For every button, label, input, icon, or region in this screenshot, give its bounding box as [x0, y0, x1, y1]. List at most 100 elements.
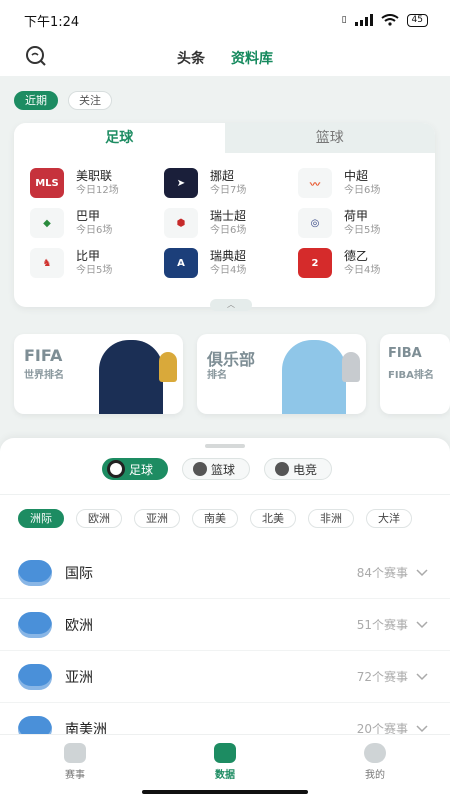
continent-count: 84个赛事 [356, 566, 408, 580]
club-ranking-card[interactable]: 俱乐部 排名 [197, 334, 366, 414]
sport-tab-label: 电竞 [293, 462, 318, 477]
league-item-jupiler[interactable]: ♞ 比甲 今日5场 [30, 247, 164, 279]
ranking-title: FIFA [24, 346, 63, 365]
league-count: 今日6场 [76, 224, 113, 236]
league-item-eredivisie[interactable]: ◎ 荷甲 今日5场 [298, 207, 432, 239]
continent-row-international[interactable]: 国际 84个赛事 [0, 547, 450, 599]
continent-row-europe[interactable]: 欧洲 51个赛事 [0, 599, 450, 651]
nav-label: 数据 [215, 770, 235, 781]
esports-icon [275, 462, 290, 476]
league-item-eliteserien[interactable]: ➤ 挪超 今日7场 [164, 167, 298, 199]
ranking-cards: FIFA 世界排名 俱乐部 排名 FIBA FIBA排名 [14, 334, 450, 414]
chevron-down-icon [416, 725, 428, 733]
search-icon[interactable] [24, 44, 48, 68]
jupiler-pro-league-logo-icon: ♞ [30, 248, 64, 278]
league-item-allsvenskan[interactable]: A 瑞典超 今日4场 [164, 247, 298, 279]
league-name: 比甲 [76, 248, 101, 263]
trophy-icon [64, 743, 86, 763]
champions-league-trophy-icon [342, 352, 360, 382]
collapse-chevron-icon[interactable]: ︿ [210, 299, 252, 311]
league-count: 今日4场 [210, 264, 247, 276]
tab-basketball[interactable]: 篮球 [224, 123, 435, 153]
nav-profile[interactable]: 我的 [345, 743, 405, 781]
league-name: 荷甲 [344, 208, 369, 223]
player-image [99, 340, 163, 414]
region-africa[interactable]: 非洲 [308, 509, 354, 528]
sport-tab-label: 篮球 [211, 462, 236, 477]
league-item-brasileirao[interactable]: ◆ 巴甲 今日6场 [30, 207, 164, 239]
nav-events[interactable]: 赛事 [45, 743, 105, 781]
ranking-subtitle: FIBA排名 [388, 370, 434, 381]
tab-database[interactable]: 资料库 [231, 48, 273, 68]
league-count: 今日7场 [210, 184, 247, 196]
league-count: 今日4场 [344, 264, 381, 276]
chevron-down-icon [416, 569, 428, 577]
ranking-subtitle: 世界排名 [24, 370, 64, 381]
filter-recent[interactable]: 近期 [14, 91, 58, 110]
league-item-swiss-super[interactable]: ⬢ 瑞士超 今日6场 [164, 207, 298, 239]
continent-count: 51个赛事 [356, 618, 408, 632]
league-count: 今日5场 [76, 264, 113, 276]
ranking-subtitle: 排名 [207, 370, 227, 381]
region-north-america[interactable]: 北美 [250, 509, 296, 528]
nav-label: 赛事 [65, 770, 85, 781]
chevron-down-icon [416, 621, 428, 629]
home-indicator [142, 790, 308, 794]
sport-tab-esports[interactable]: 电竞 [264, 458, 333, 480]
filter-follow[interactable]: 关注 [68, 91, 112, 110]
league-count: 今日12场 [76, 184, 119, 196]
continent-name: 亚洲 [65, 669, 93, 686]
swiss-super-league-logo-icon: ⬢ [164, 208, 198, 238]
filter-row: 近期 关注 [14, 91, 112, 110]
region-oceania[interactable]: 大洋 [366, 509, 412, 528]
chevron-down-icon [416, 673, 428, 681]
league-sport-tabs: 足球 篮球 [14, 123, 435, 153]
battery-icon: 45 [406, 13, 428, 27]
league-count: 今日6场 [344, 184, 381, 196]
league-count: 今日5场 [344, 224, 381, 236]
league-grid: MLS 美职联 今日12场 ➤ 挪超 今日7场 〰 中超 今日6场 ◆ 巴甲 今… [14, 153, 435, 279]
league-name: 瑞典超 [210, 248, 247, 263]
region-south-america[interactable]: 南美 [192, 509, 238, 528]
region-intercontinental[interactable]: 洲际 [18, 509, 64, 528]
sport-tab-basketball[interactable]: 篮球 [182, 458, 251, 480]
top-header: 头条 资料库 [0, 40, 450, 76]
status-bar: 下午1:24 ▯ 45 [0, 0, 450, 40]
league-name: 中超 [344, 168, 369, 183]
region-filters: 洲际 欧洲 亚洲 南美 北美 非洲 大洋 [18, 509, 412, 528]
tab-headlines[interactable]: 头条 [177, 48, 205, 68]
sport-tab-label: 足球 [129, 462, 154, 477]
nav-data[interactable]: 数据 [195, 743, 255, 781]
sim-icon: ▯ [341, 15, 347, 25]
league-item-csl[interactable]: 〰 中超 今日6场 [298, 167, 432, 199]
header-tabs: 头条 资料库 [177, 48, 273, 68]
player-image [282, 340, 346, 414]
profile-icon [364, 743, 386, 763]
tab-football[interactable]: 足球 [14, 123, 225, 153]
allsvenskan-logo-icon: A [164, 248, 198, 278]
globe-icon [18, 559, 52, 586]
world-cup-trophy-icon [159, 352, 177, 382]
basketball-icon [193, 462, 208, 476]
sheet-drag-handle[interactable] [205, 444, 245, 448]
competition-sheet: 足球 篮球 电竞 洲际 欧洲 亚洲 南美 北美 非洲 大洋 国际 84个赛事 欧… [0, 438, 450, 755]
league-item-mls[interactable]: MLS 美职联 今日12场 [30, 167, 164, 199]
league-item-bundesliga2[interactable]: 2 德乙 今日4场 [298, 247, 432, 279]
fifa-ranking-card[interactable]: FIFA 世界排名 [14, 334, 183, 414]
csl-logo-icon: 〰 [298, 168, 332, 198]
region-asia[interactable]: 亚洲 [134, 509, 180, 528]
wifi-icon [380, 14, 399, 26]
region-europe[interactable]: 欧洲 [76, 509, 122, 528]
fiba-ranking-card[interactable]: FIBA FIBA排名 [380, 334, 450, 414]
data-book-icon [214, 743, 236, 763]
divider [0, 494, 450, 495]
signal-icon [354, 14, 373, 26]
continent-name: 国际 [65, 565, 93, 582]
league-name: 美职联 [76, 168, 113, 183]
continent-row-asia[interactable]: 亚洲 72个赛事 [0, 651, 450, 703]
asia-map-icon [18, 663, 52, 690]
eredivisie-logo-icon: ◎ [298, 208, 332, 238]
europe-map-icon [18, 611, 52, 638]
sport-tabs: 足球 篮球 电竞 [102, 458, 333, 480]
sport-tab-football[interactable]: 足球 [102, 458, 169, 480]
